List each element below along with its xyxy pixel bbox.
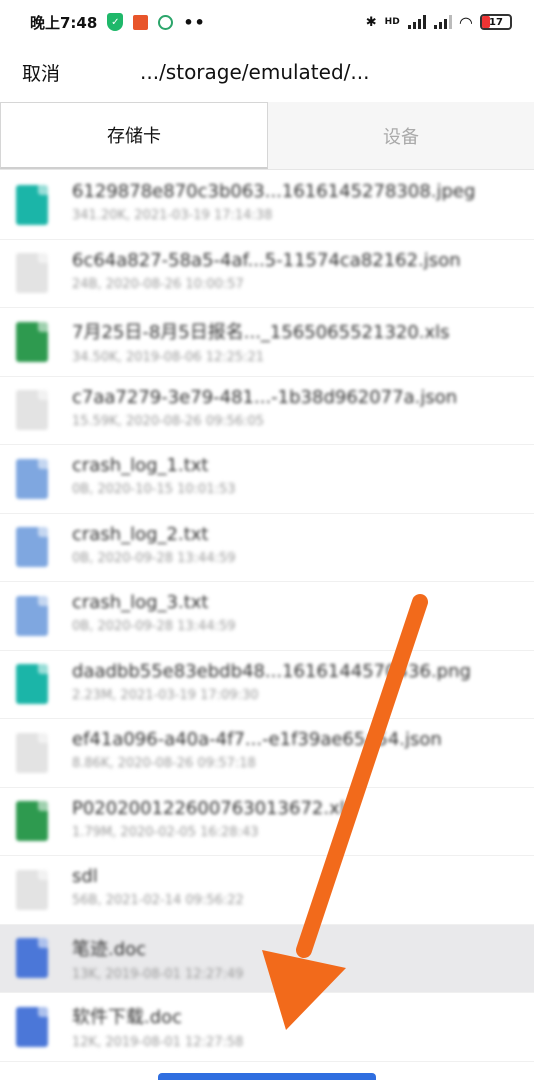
unknown-file-icon bbox=[16, 390, 48, 431]
unknown-file-icon bbox=[16, 732, 48, 773]
word-file-icon bbox=[16, 1006, 48, 1047]
file-meta: 1.79M, 2020-02-05 16:28:43 bbox=[72, 824, 259, 840]
word-file-icon bbox=[16, 938, 48, 979]
top-bar: 取消 .../storage/emulated/... bbox=[0, 44, 534, 100]
status-time: 晚上7:48 bbox=[30, 13, 98, 32]
file-row[interactable]: P020200122600763013672.xls 1.79M, 2020-02… bbox=[0, 788, 534, 856]
status-right: ✱ HD ◠ 17 bbox=[366, 13, 512, 32]
file-row[interactable]: 6129878e870c3b063...1616145278308.jpeg 34… bbox=[0, 171, 534, 240]
file-name: P020200122600763013672.xls bbox=[72, 797, 355, 819]
signal-2-icon bbox=[433, 15, 452, 29]
more-notifications-icon: •• bbox=[183, 12, 206, 32]
text-file-icon bbox=[16, 595, 48, 636]
image-file-icon bbox=[16, 184, 48, 225]
battery-level: 17 bbox=[489, 16, 503, 28]
file-meta: 13K, 2019-08-01 12:27:49 bbox=[72, 966, 244, 982]
file-name: 软件下载.doc bbox=[72, 1007, 183, 1028]
file-meta: 56B, 2021-02-14 09:56:22 bbox=[72, 893, 244, 908]
app-notification-icon bbox=[133, 14, 149, 30]
file-name: c7aa7279-3e79-481...-1b38d962077a.json bbox=[72, 386, 458, 408]
file-row[interactable]: crash_log_2.txt 0B, 2020-09-28 13:44:59 bbox=[0, 514, 534, 582]
file-row[interactable]: daadbb55e83ebdb48...1616144570436.png 2.2… bbox=[0, 651, 534, 719]
spreadsheet-file-icon bbox=[16, 321, 48, 362]
file-name: 7月25日-8月5日报名..._1565065521320.xls bbox=[72, 322, 450, 343]
file-meta: 34.50K, 2019-08-06 12:25:21 bbox=[72, 350, 265, 365]
file-list: 6129878e870c3b063...1616145278308.jpeg 34… bbox=[0, 171, 534, 1062]
tab-storage-card[interactable]: 存储卡 bbox=[0, 102, 268, 169]
file-meta: 0B, 2020-09-28 13:44:59 bbox=[72, 619, 236, 634]
bluetooth-icon: ✱ bbox=[365, 14, 377, 30]
file-meta: 0B, 2020-10-15 10:01:53 bbox=[72, 482, 236, 497]
file-meta: 24B, 2020-08-26 10:00:57 bbox=[72, 276, 244, 292]
file-name: ef41a096-a40a-4f7...-e1f39ae65a54.json bbox=[72, 729, 442, 750]
tab-device[interactable]: 设备 bbox=[268, 102, 534, 169]
file-row[interactable]: 7月25日-8月5日报名..._1565065521320.xls 34.50K,… bbox=[0, 308, 534, 377]
file-meta: 15.59K, 2020-08-26 09:56:05 bbox=[72, 413, 265, 429]
file-row[interactable]: ef41a096-a40a-4f7...-e1f39ae65a54.json 8.… bbox=[0, 719, 534, 788]
file-name: sdl bbox=[72, 866, 98, 887]
file-row[interactable]: 6c64a827-58a5-4af...5-11574ca82162.json 2… bbox=[0, 240, 534, 308]
path-title: .../storage/emulated/... bbox=[140, 60, 370, 84]
text-file-icon bbox=[16, 527, 48, 568]
confirm-button[interactable] bbox=[158, 1073, 376, 1080]
file-row[interactable]: crash_log_1.txt 0B, 2020-10-15 10:01:53 bbox=[0, 445, 534, 514]
file-row[interactable]: c7aa7279-3e79-481...-1b38d962077a.json 15… bbox=[0, 377, 534, 445]
shield-icon: ✓ bbox=[107, 13, 124, 31]
text-file-icon bbox=[16, 458, 48, 499]
file-name: 6c64a827-58a5-4af...5-11574ca82162.json bbox=[72, 249, 461, 271]
cancel-button[interactable]: 取消 bbox=[22, 59, 60, 86]
file-name: crash_log_2.txt bbox=[72, 523, 209, 545]
status-bar: 晚上7:48 ✓ •• ✱ HD ◠ 17 bbox=[0, 0, 534, 44]
file-meta: 12K, 2019-08-01 12:27:58 bbox=[72, 1035, 244, 1050]
file-meta: 341.20K, 2021-03-19 17:14:38 bbox=[72, 208, 273, 223]
file-name: daadbb55e83ebdb48...1616144570436.png bbox=[72, 660, 471, 682]
file-name: crash_log_3.txt bbox=[72, 592, 209, 613]
wechat-notification-icon bbox=[158, 14, 174, 30]
file-row-selected[interactable]: 笔迹.doc 13K, 2019-08-01 12:27:49 bbox=[0, 924, 534, 993]
storage-tabs: 存储卡 设备 bbox=[0, 102, 534, 170]
status-left: 晚上7:48 ✓ •• bbox=[30, 12, 206, 33]
file-row[interactable]: crash_log_3.txt 0B, 2020-09-28 13:44:59 bbox=[0, 582, 534, 651]
wifi-icon: ◠ bbox=[459, 12, 472, 32]
unknown-file-icon bbox=[16, 869, 48, 910]
file-name: 笔迹.doc bbox=[72, 938, 147, 960]
file-name: 6129878e870c3b063...1616145278308.jpeg bbox=[72, 181, 476, 202]
spreadsheet-file-icon bbox=[16, 801, 48, 842]
file-meta: 0B, 2020-09-28 13:44:59 bbox=[72, 550, 236, 566]
battery-icon: 17 bbox=[480, 14, 512, 30]
file-row[interactable]: sdl 56B, 2021-02-14 09:56:22 bbox=[0, 856, 534, 925]
file-meta: 8.86K, 2020-08-26 09:57:18 bbox=[72, 756, 256, 771]
signal-icon bbox=[407, 15, 426, 29]
file-row[interactable]: 软件下载.doc 12K, 2019-08-01 12:27:58 bbox=[0, 993, 534, 1062]
file-meta: 2.23M, 2021-03-19 17:09:30 bbox=[72, 687, 259, 703]
hd-label: HD bbox=[384, 17, 400, 27]
image-file-icon bbox=[16, 664, 48, 705]
unknown-file-icon bbox=[16, 253, 48, 294]
file-name: crash_log_1.txt bbox=[72, 455, 209, 476]
